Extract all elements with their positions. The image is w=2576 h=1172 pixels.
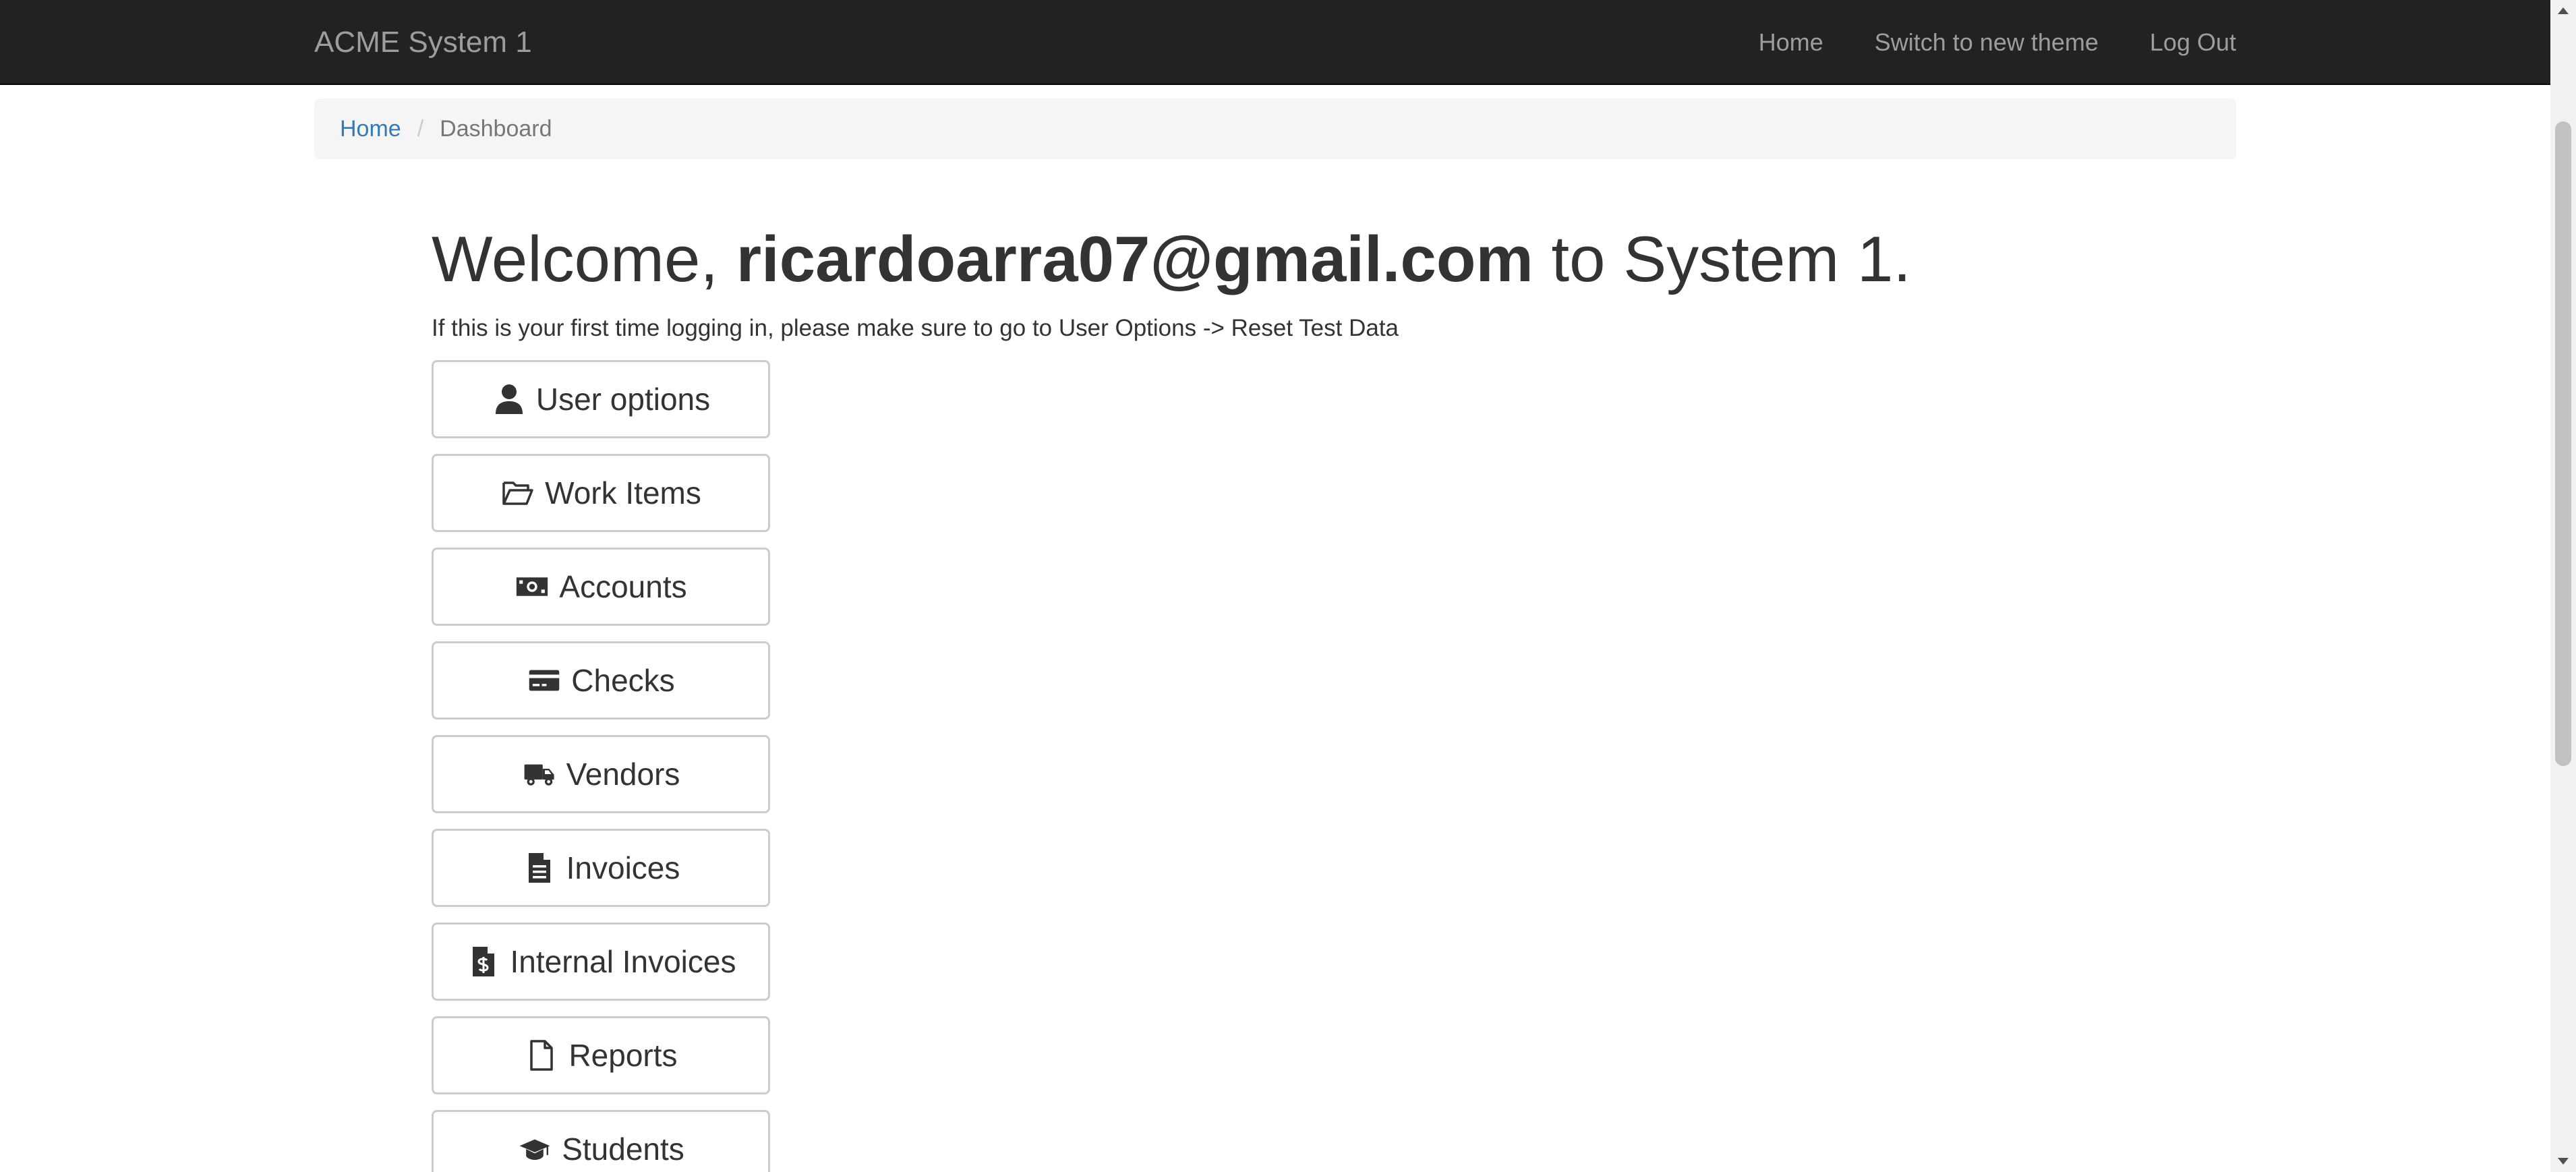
brand-link[interactable]: ACME System 1 [314,0,532,85]
dashboard-menu: User options Work Items Accounts Checks … [432,360,770,1172]
students-label: Students [562,1132,684,1167]
welcome-suffix: to System 1. [1533,223,1912,295]
money-bill-icon [515,569,550,604]
intro-text: If this is your first time logging in, p… [432,315,1399,341]
nav-logout-link[interactable]: Log Out [2150,0,2236,85]
accounts-button[interactable]: Accounts [432,548,770,626]
user-icon [492,382,527,417]
scroll-down-arrow-icon[interactable] [2550,1150,2576,1172]
folder-open-icon [500,475,535,510]
vendors-button[interactable]: Vendors [432,735,770,813]
reports-button[interactable]: Reports [432,1016,770,1094]
scrollbar-thumb[interactable] [2555,121,2571,766]
checks-label: Checks [571,663,675,698]
breadcrumb: Home / Dashboard [314,98,2236,159]
welcome-prefix: Welcome, [432,223,736,295]
internal-invoices-button[interactable]: Internal Invoices [432,922,770,1001]
breadcrumb-current: Dashboard [440,115,552,142]
breadcrumb-home-link[interactable]: Home [340,116,401,142]
file-invoice-dollar-icon [466,944,501,979]
top-navbar: ACME System 1 Home Switch to new theme L… [0,0,2550,85]
work-items-label: Work Items [545,475,701,510]
checks-button[interactable]: Checks [432,641,770,720]
credit-card-icon [527,663,562,698]
file-icon [524,1038,559,1073]
accounts-label: Accounts [559,569,687,604]
nav-switch-theme-link[interactable]: Switch to new theme [1875,0,2099,85]
invoices-button[interactable]: Invoices [432,829,770,907]
breadcrumb-separator: / [417,115,424,142]
file-text-icon [522,850,557,885]
graduation-cap-icon [517,1132,552,1167]
reports-label: Reports [568,1038,678,1073]
truck-icon [522,757,557,792]
welcome-heading: Welcome, ricardoarra07@gmail.com to Syst… [432,216,1911,303]
vertical-scrollbar[interactable] [2550,0,2576,1172]
nav-home-link[interactable]: Home [1759,0,1823,85]
user-options-button[interactable]: User options [432,360,770,438]
user-options-label: User options [535,382,711,417]
students-button[interactable]: Students [432,1110,770,1172]
welcome-email: ricardoarra07@gmail.com [736,223,1533,295]
invoices-label: Invoices [566,850,680,885]
navbar-links: Home Switch to new theme Log Out [1759,0,2236,85]
vendors-label: Vendors [566,757,680,792]
scroll-up-arrow-icon[interactable] [2550,0,2576,22]
internal-invoices-label: Internal Invoices [510,944,736,979]
work-items-button[interactable]: Work Items [432,454,770,532]
